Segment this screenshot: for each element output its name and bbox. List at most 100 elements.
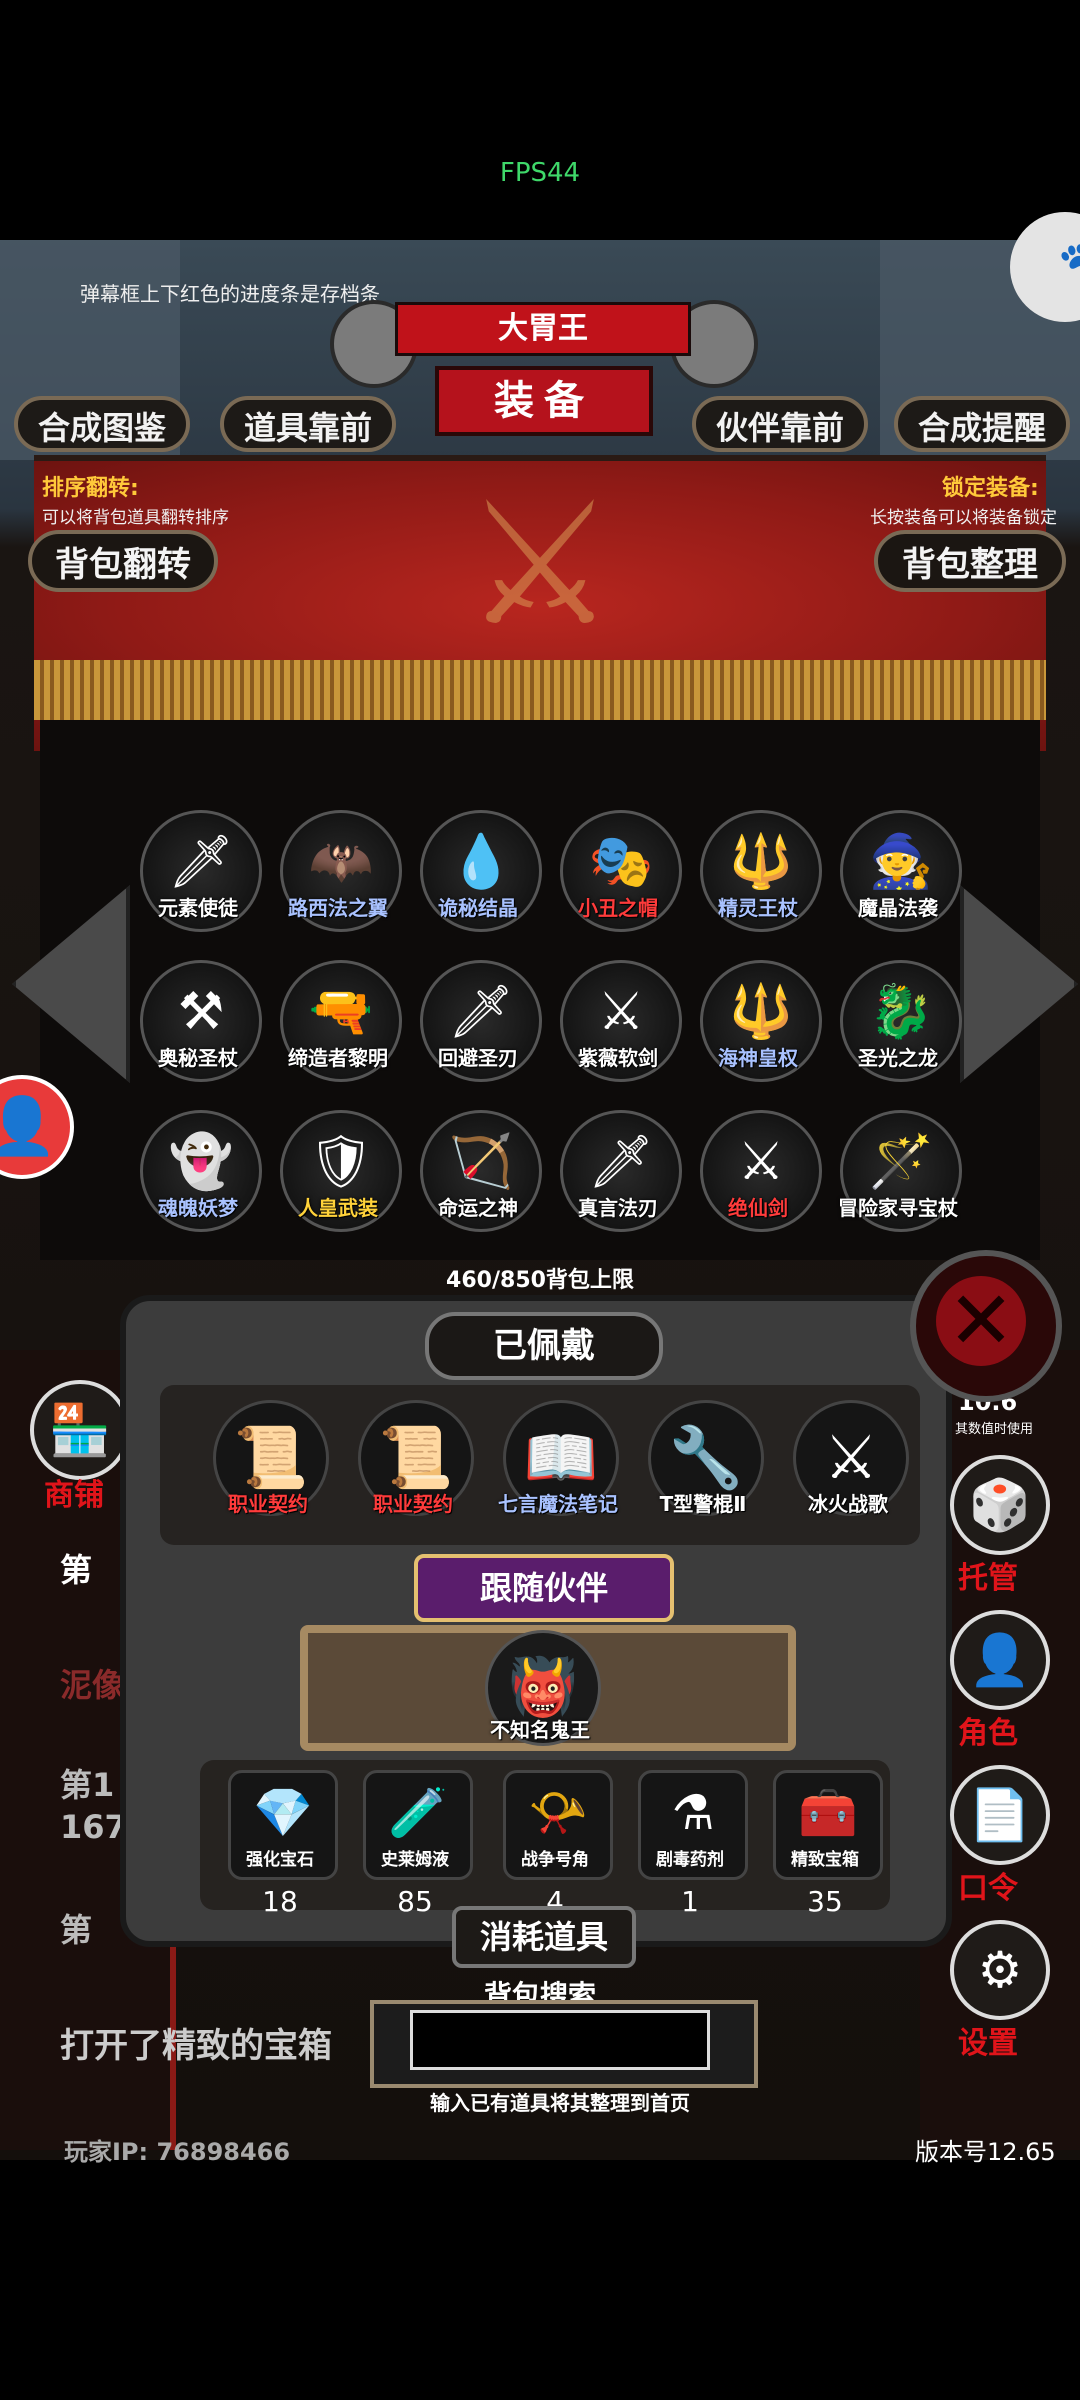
side-button-glyph: 📄 <box>968 1786 1032 1844</box>
companion-icon: 👹 <box>508 1655 578 1720</box>
tab-items-first[interactable]: 道具靠前 <box>220 396 396 452</box>
consumable-count: 1 <box>681 1885 699 1918</box>
equipped-item-icon: 📜 <box>378 1423 454 1493</box>
consumable-icon: 🧰 <box>798 1785 858 1841</box>
tab-synthesis-reminder[interactable]: 合成提醒 <box>894 396 1070 452</box>
equipped-title: 已佩戴 <box>425 1312 663 1380</box>
companion-name: 不知名鬼王 <box>490 1718 590 1742</box>
bag-item-label: 魔晶法袭 <box>858 896 938 920</box>
bag-search-input[interactable] <box>410 2010 710 2070</box>
bag-item-label: 紫薇软剑 <box>578 1046 658 1070</box>
shop-label: 商铺 <box>44 1478 104 1513</box>
bag-item-icon: ⚔ <box>737 1132 785 1192</box>
fps-counter: FPS44 <box>499 158 581 188</box>
bag-item-label: 绝仙剑 <box>728 1196 788 1220</box>
log-last-action: 打开了精致的宝箱 <box>60 2026 332 2066</box>
sort-flip-label: 排序翻转: <box>42 476 139 501</box>
bag-sort-button[interactable]: 背包整理 <box>874 530 1066 592</box>
bag-item-icon: 🪄 <box>868 1132 934 1192</box>
equipped-item-icon: 📜 <box>233 1423 309 1493</box>
side-button-label: 口令 <box>958 1871 1018 1906</box>
side-button-3-icon[interactable]: 📄 <box>950 1765 1050 1865</box>
consumable-count: 35 <box>807 1885 843 1918</box>
equipped-item-label: 职业契约 <box>228 1492 308 1516</box>
bag-item-icon: 🏹 <box>448 1132 514 1192</box>
side-button-glyph: ⚙ <box>977 1941 1023 1999</box>
side-button-4-icon[interactable]: ⚙ <box>950 1920 1050 2020</box>
consumables-title: 消耗道具 <box>452 1906 636 1968</box>
consumable-icon: ⚗ <box>671 1785 715 1841</box>
log-text-2: 泥像 <box>60 1666 125 1704</box>
bag-item-icon: 🔱 <box>728 832 794 892</box>
bag-item-icon: 🔫 <box>308 982 374 1042</box>
tab-synthesis-gallery[interactable]: 合成图鉴 <box>14 396 190 452</box>
equipped-item-label: 职业契约 <box>373 1492 453 1516</box>
equipped-item-label: 七言魔法笔记 <box>498 1492 618 1516</box>
side-button-2-icon[interactable]: 👤 <box>950 1610 1050 1710</box>
bag-item-label: 回避圣刃 <box>438 1046 518 1070</box>
bag-item-icon: 🛡 <box>307 1132 374 1192</box>
equipped-item-icon: ⚔ <box>824 1423 878 1493</box>
search-hint: 输入已有道具将其整理到首页 <box>430 2091 690 2115</box>
side-button-glyph: 👤 <box>968 1631 1032 1689</box>
banner-fringe <box>34 660 1046 720</box>
bag-item-icon: 🎭 <box>588 832 654 892</box>
equipped-item-label: T型警棍Ⅱ <box>659 1492 747 1516</box>
log-text-3: 第1 <box>60 1766 115 1804</box>
tab-companions-first[interactable]: 伙伴靠前 <box>692 396 868 452</box>
bag-item-label: 圣光之龙 <box>858 1046 938 1070</box>
bag-flip-button[interactable]: 背包翻转 <box>28 530 218 592</box>
bag-item-icon: ⚔ <box>597 982 645 1042</box>
player-ip: 玩家IP: 76898466 <box>64 2138 291 2166</box>
consumable-icon: 💎 <box>253 1785 313 1841</box>
lock-equip-label: 锁定装备: <box>942 476 1039 501</box>
side-button-1-icon[interactable]: 🎲 <box>950 1455 1050 1555</box>
bag-item-icon: 🔱 <box>728 982 794 1042</box>
value-note: 其数值时使用 <box>955 1422 1034 1437</box>
consumable-label: 战争号角 <box>521 1850 589 1870</box>
sort-flip-desc: 可以将背包道具翻转排序 <box>42 508 229 528</box>
equipped-item-icon: 📖 <box>523 1423 599 1493</box>
title-subheader: 大胃王 <box>395 302 691 356</box>
bag-item-label: 海神皇权 <box>718 1046 798 1070</box>
bag-item-label: 缔造者黎明 <box>288 1046 388 1070</box>
shop-icon[interactable]: 🏪 <box>30 1380 130 1480</box>
log-text-1: 第 <box>60 1551 93 1589</box>
bag-item-icon: 🦇 <box>308 832 374 892</box>
close-button[interactable]: ✕ <box>910 1250 1062 1402</box>
equipped-item-label: 冰火战歌 <box>808 1492 888 1516</box>
bag-item-icon: 👻 <box>168 1132 234 1192</box>
bag-capacity: 460/850背包上限 <box>446 1268 634 1293</box>
consumable-icon: 🧪 <box>388 1785 448 1841</box>
consumable-label: 精致宝箱 <box>791 1850 859 1870</box>
page-title: 装备 <box>435 366 653 436</box>
side-button-label: 角色 <box>958 1716 1018 1751</box>
version-label: 版本号12.65 <box>915 2138 1056 2166</box>
bag-item-icon: 🗡 <box>447 982 514 1042</box>
companion-title: 跟随伙伴 <box>414 1554 674 1622</box>
side-button-label: 设置 <box>958 2026 1018 2061</box>
consumable-label: 剧毒药剂 <box>656 1850 724 1870</box>
side-button-label: 托管 <box>958 1561 1018 1596</box>
consumable-icon: 📯 <box>528 1785 588 1841</box>
lock-equip-desc: 长按装备可以将装备锁定 <box>870 508 1057 528</box>
log-text-5: 第 <box>60 1911 93 1949</box>
bag-item-icon: 🗡 <box>167 832 234 892</box>
bag-item-label: 奥秘圣杖 <box>158 1046 238 1070</box>
bag-item-label: 魂魄妖梦 <box>158 1196 238 1220</box>
close-icon: ✕ <box>936 1276 1026 1366</box>
bag-item-icon: 🗡 <box>587 1132 654 1192</box>
side-button-glyph: 🎲 <box>968 1476 1032 1534</box>
bag-item-label: 元素使徒 <box>158 896 238 920</box>
consumable-label: 强化宝石 <box>246 1850 314 1870</box>
bag-item-label: 命运之神 <box>438 1196 518 1220</box>
bag-item-label: 真言法刃 <box>578 1196 658 1220</box>
bag-item-label: 冒险家寻宝杖 <box>838 1196 958 1220</box>
crossed-swords-emblem-icon: ⚔ <box>463 466 617 664</box>
log-text-4: 167 <box>60 1808 127 1846</box>
bag-item-label: 诡秘结晶 <box>438 896 518 920</box>
bag-item-label: 小丑之帽 <box>578 896 658 920</box>
bag-item-label: 人皇武装 <box>298 1196 378 1220</box>
bag-item-icon: 💧 <box>448 832 514 892</box>
equipped-item-icon: 🔧 <box>668 1423 744 1493</box>
